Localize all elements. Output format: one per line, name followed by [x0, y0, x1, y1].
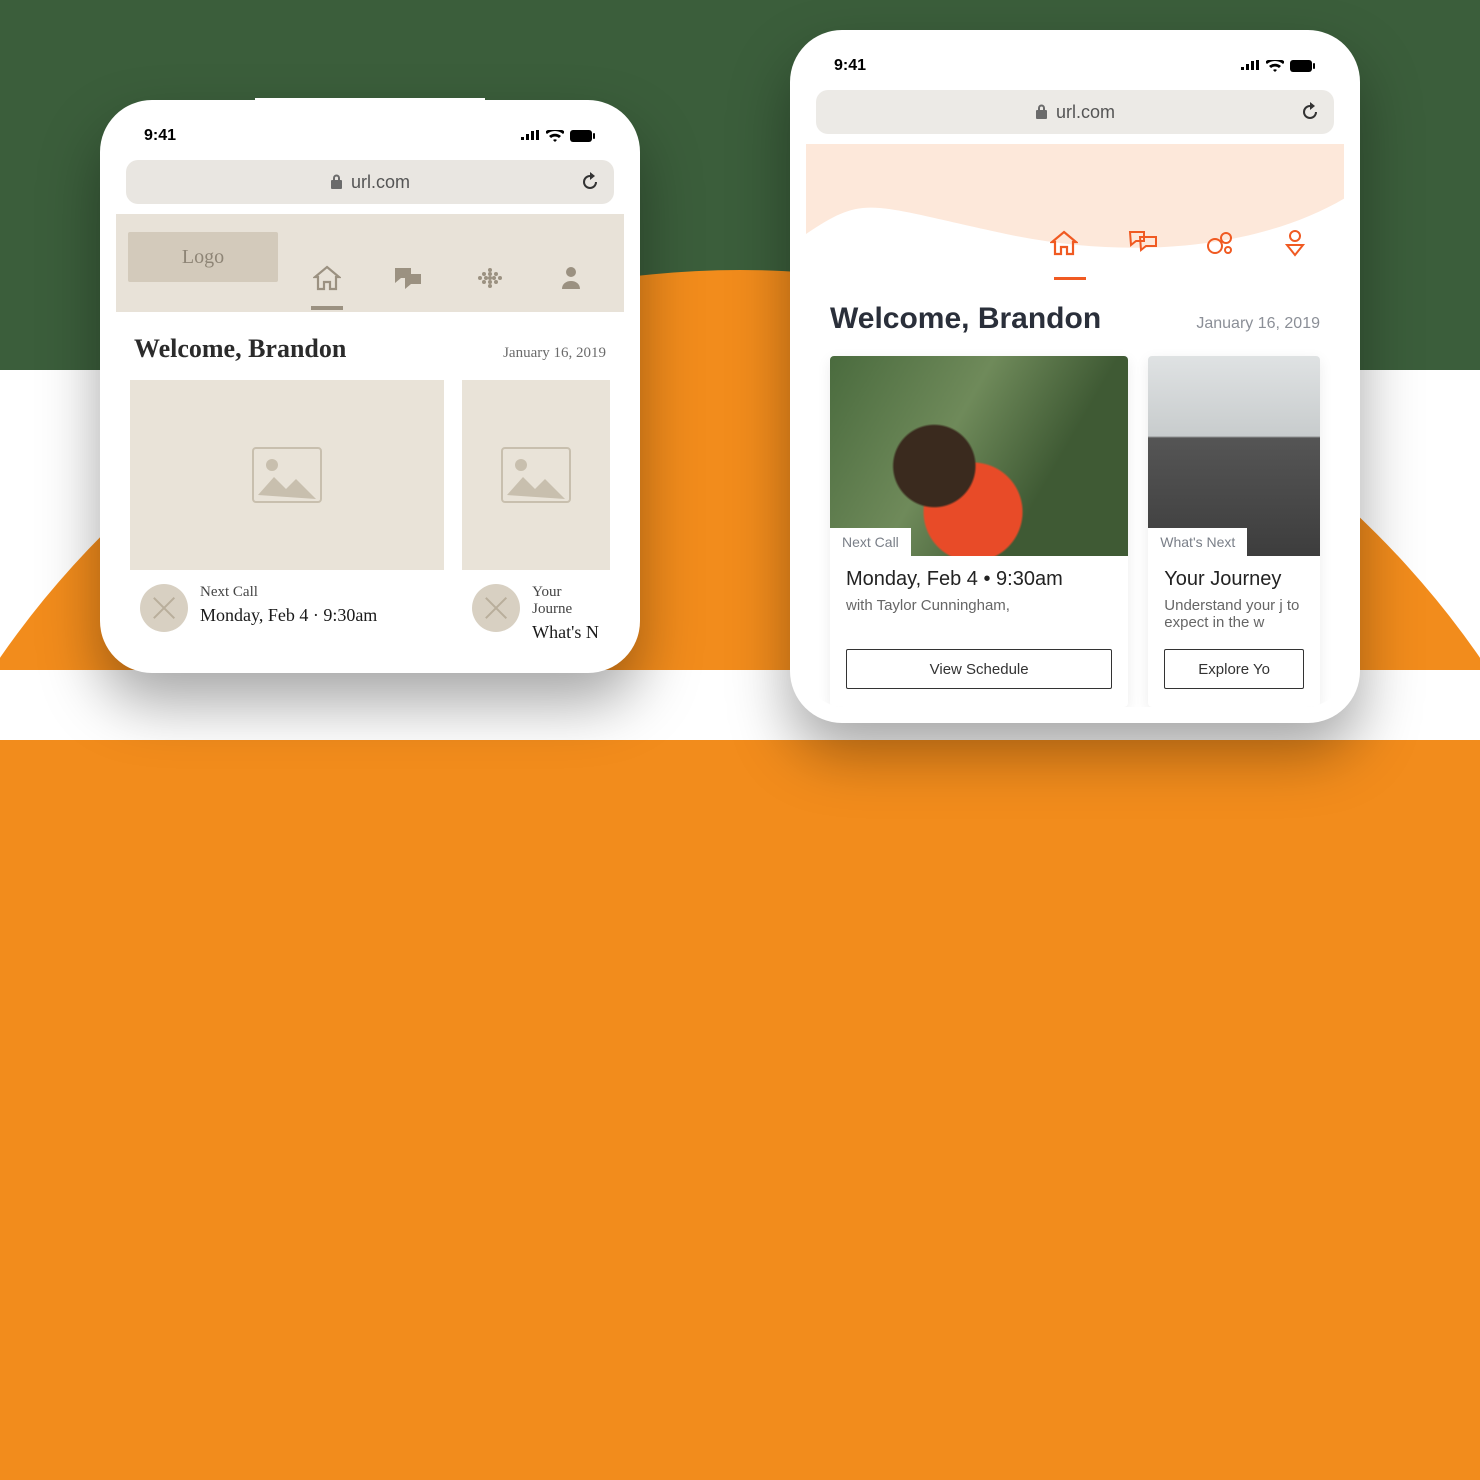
lock-icon	[1035, 104, 1048, 120]
card-line: Monday, Feb 4 · 9:30am	[200, 605, 377, 626]
wireframe-card[interactable]: Your Journe What's N	[462, 380, 610, 657]
refresh-icon[interactable]	[580, 172, 600, 192]
signal-icon	[1240, 60, 1260, 72]
explore-button[interactable]: Explore Yo	[1164, 649, 1304, 689]
card-image: Next Call	[830, 356, 1128, 556]
card-image: What's Next	[1148, 356, 1320, 556]
top-nav	[1050, 230, 1324, 274]
wireframe-top-nav: Logo	[116, 214, 624, 312]
browser-url: url.com	[351, 172, 410, 193]
card-label: Next Call	[200, 584, 377, 601]
page-date: January 16, 2019	[1196, 315, 1320, 333]
image-placeholder-icon	[462, 380, 610, 570]
browser-url: url.com	[1056, 102, 1115, 123]
card-heading: Your Journey	[1164, 568, 1304, 591]
browser-address-bar[interactable]: url.com	[126, 160, 614, 204]
signal-icon	[520, 130, 540, 142]
card-subtext: with Taylor Cunningham,	[846, 597, 1112, 614]
header-wave	[806, 144, 1344, 284]
card-heading: Monday, Feb 4 • 9:30am	[846, 568, 1112, 591]
status-time: 9:41	[144, 127, 176, 145]
battery-icon	[1290, 60, 1316, 73]
nav-home-icon[interactable]	[1050, 230, 1090, 274]
nav-chat-icon[interactable]	[1128, 230, 1168, 274]
nav-profile-icon[interactable]	[1284, 230, 1324, 274]
status-icons	[520, 130, 596, 143]
status-time: 9:41	[834, 57, 866, 75]
view-schedule-button[interactable]: View Schedule	[846, 649, 1112, 689]
dashboard-card[interactable]: Next Call Monday, Feb 4 • 9:30am with Ta…	[830, 356, 1128, 707]
logo-placeholder[interactable]: Logo	[128, 232, 278, 282]
welcome-heading: Welcome, Brandon	[134, 334, 346, 364]
refresh-icon[interactable]	[1300, 102, 1320, 122]
lock-icon	[330, 174, 343, 190]
browser-address-bar[interactable]: url.com	[816, 90, 1334, 134]
nav-chat-icon[interactable]	[380, 254, 436, 302]
card-tag: What's Next	[1148, 528, 1247, 556]
avatar-placeholder-icon	[472, 584, 520, 632]
wifi-icon	[1266, 60, 1284, 73]
welcome-heading: Welcome, Brandon	[830, 302, 1101, 336]
avatar-placeholder-icon	[140, 584, 188, 632]
wireframe-card[interactable]: Next Call Monday, Feb 4 · 9:30am	[130, 380, 444, 657]
nav-home-icon[interactable]	[299, 254, 355, 302]
card-label: Your Journe	[532, 584, 600, 618]
phone-wireframe: 9:41 url.com Logo	[100, 100, 640, 673]
phone-notch	[255, 98, 485, 128]
nav-bubbles-icon[interactable]	[1206, 230, 1246, 274]
card-line: What's N	[532, 622, 600, 643]
page-date: January 16, 2019	[503, 345, 606, 362]
status-bar: 9:41	[806, 46, 1344, 86]
nav-profile-icon[interactable]	[543, 254, 599, 302]
wifi-icon	[546, 130, 564, 143]
card-tag: Next Call	[830, 528, 911, 556]
dashboard-card[interactable]: What's Next Your Journey Understand your…	[1148, 356, 1320, 707]
battery-icon	[570, 130, 596, 143]
status-icons	[1240, 60, 1316, 73]
phone-polished: 9:41 url.com	[790, 30, 1360, 723]
nav-grid-icon[interactable]	[462, 254, 518, 302]
image-placeholder-icon	[130, 380, 444, 570]
card-subtext: Understand your j to expect in the w	[1164, 597, 1304, 631]
